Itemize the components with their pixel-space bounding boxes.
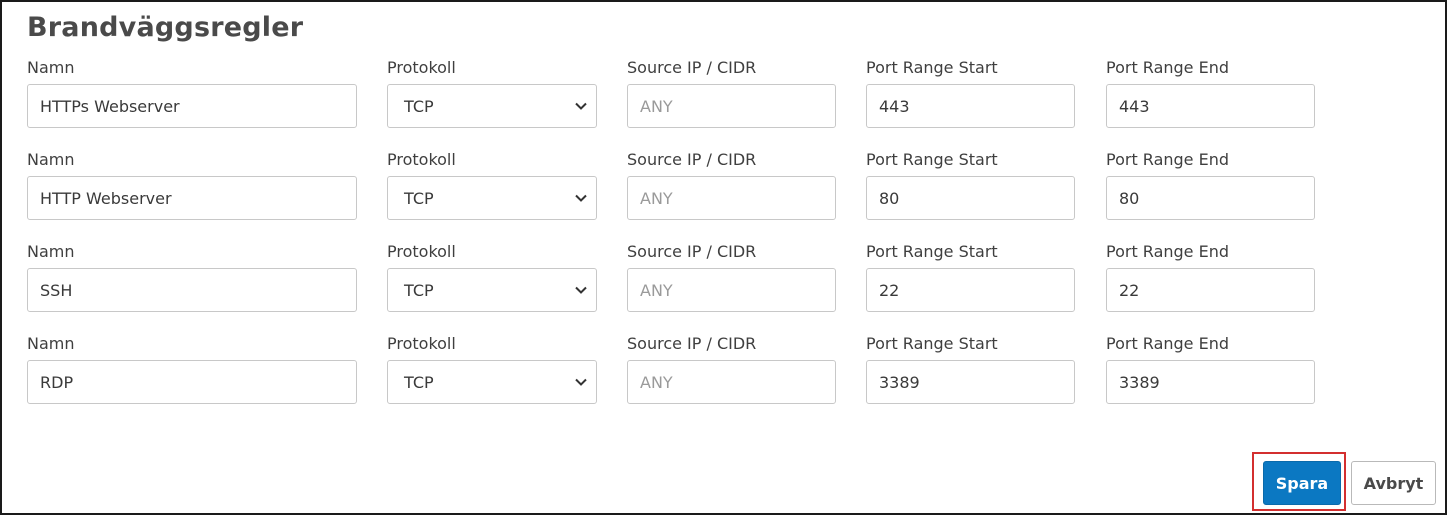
protocol-label: Protokoll <box>387 242 456 261</box>
port-start-label: Port Range Start <box>866 334 998 353</box>
name-label: Namn <box>27 58 75 77</box>
source-ip-input[interactable] <box>627 84 836 128</box>
port-start-label: Port Range Start <box>866 242 998 261</box>
port-start-input[interactable] <box>866 360 1075 404</box>
protocol-label: Protokoll <box>387 334 456 353</box>
port-start-label: Port Range Start <box>866 58 998 77</box>
rule-name-input[interactable] <box>27 360 357 404</box>
rule-row: Namn Protokoll TCP Source IP / CIDR Port… <box>2 58 1447 150</box>
chevron-down-icon <box>574 99 588 113</box>
rule-row: Namn Protokoll TCP Source IP / CIDR Port… <box>2 334 1447 426</box>
page-title: Brandväggsregler <box>27 12 304 43</box>
port-start-input[interactable] <box>866 268 1075 312</box>
rule-row: Namn Protokoll TCP Source IP / CIDR Port… <box>2 242 1447 334</box>
protocol-value: TCP <box>404 280 434 300</box>
port-end-input[interactable] <box>1106 360 1315 404</box>
protocol-select[interactable]: TCP <box>387 176 597 220</box>
protocol-select[interactable]: TCP <box>387 84 597 128</box>
protocol-select[interactable]: TCP <box>387 360 597 404</box>
name-label: Namn <box>27 334 75 353</box>
protocol-value: TCP <box>404 96 434 116</box>
port-end-label: Port Range End <box>1106 334 1230 353</box>
port-start-label: Port Range Start <box>866 150 998 169</box>
port-end-label: Port Range End <box>1106 150 1230 169</box>
chevron-down-icon <box>574 191 588 205</box>
source-ip-input[interactable] <box>627 268 836 312</box>
port-end-label: Port Range End <box>1106 58 1230 77</box>
port-end-input[interactable] <box>1106 176 1315 220</box>
source-label: Source IP / CIDR <box>627 150 757 169</box>
protocol-label: Protokoll <box>387 58 456 77</box>
protocol-label: Protokoll <box>387 150 456 169</box>
rule-name-input[interactable] <box>27 84 357 128</box>
name-label: Namn <box>27 242 75 261</box>
source-label: Source IP / CIDR <box>627 242 757 261</box>
save-button[interactable]: Spara <box>1263 461 1341 505</box>
rule-name-input[interactable] <box>27 268 357 312</box>
source-label: Source IP / CIDR <box>627 334 757 353</box>
port-start-input[interactable] <box>866 84 1075 128</box>
port-end-input[interactable] <box>1106 84 1315 128</box>
source-ip-input[interactable] <box>627 360 836 404</box>
chevron-down-icon <box>574 375 588 389</box>
source-ip-input[interactable] <box>627 176 836 220</box>
source-label: Source IP / CIDR <box>627 58 757 77</box>
chevron-down-icon <box>574 283 588 297</box>
name-label: Namn <box>27 150 75 169</box>
rule-row: Namn Protokoll TCP Source IP / CIDR Port… <box>2 150 1447 242</box>
cancel-button[interactable]: Avbryt <box>1351 461 1436 505</box>
protocol-value: TCP <box>404 188 434 208</box>
port-start-input[interactable] <box>866 176 1075 220</box>
protocol-select[interactable]: TCP <box>387 268 597 312</box>
firewall-rules-panel: Brandväggsregler Namn Protokoll TCP Sour… <box>0 0 1447 515</box>
port-end-input[interactable] <box>1106 268 1315 312</box>
protocol-value: TCP <box>404 372 434 392</box>
port-end-label: Port Range End <box>1106 242 1230 261</box>
rule-name-input[interactable] <box>27 176 357 220</box>
